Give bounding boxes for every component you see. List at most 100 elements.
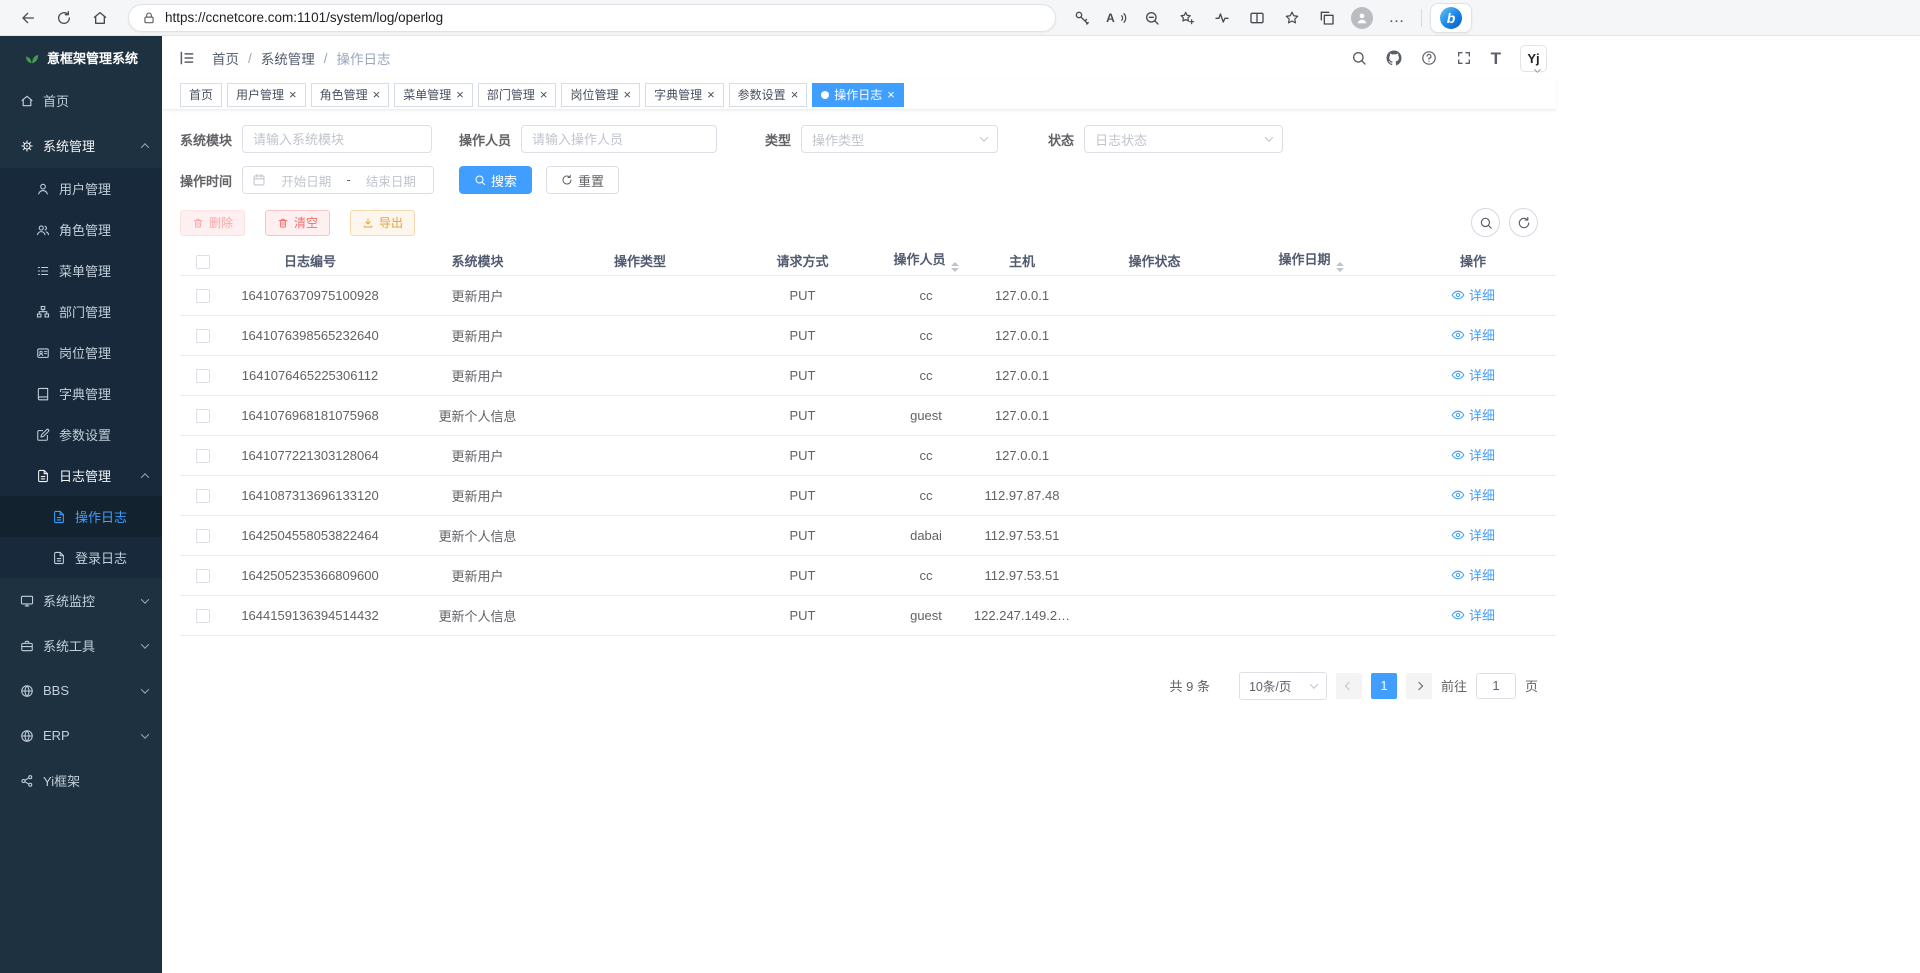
sidebar-item-log-mgmt[interactable]: 日志管理 [0, 455, 162, 496]
reset-button[interactable]: 重置 [546, 166, 619, 194]
document-icon [52, 551, 66, 565]
url-input[interactable] [165, 10, 1042, 25]
tab-role-mgmt[interactable]: 角色管理× [311, 83, 390, 107]
user-avatar-dropdown[interactable]: Yj [1520, 45, 1540, 72]
add-favorite-button[interactable] [1171, 3, 1203, 33]
detail-link[interactable]: 详细 [1451, 485, 1495, 504]
split-screen-button[interactable] [1241, 3, 1273, 33]
browser-back-button[interactable] [12, 3, 44, 33]
module-input[interactable] [242, 125, 432, 153]
help-button[interactable] [1421, 50, 1437, 66]
prev-page-button[interactable] [1336, 673, 1362, 699]
sidebar-fold-button[interactable] [178, 49, 196, 67]
toggle-search-button[interactable] [1471, 208, 1500, 237]
browser-more-button[interactable]: … [1381, 3, 1413, 33]
sidebar-item-param-settings[interactable]: 参数设置 [0, 414, 162, 455]
sidebar-item-erp[interactable]: ERP [0, 713, 162, 758]
row-checkbox[interactable] [196, 609, 210, 623]
copilot-button[interactable]: b [1430, 3, 1472, 33]
goto-page-input[interactable] [1476, 673, 1516, 699]
zoom-button[interactable] [1136, 3, 1168, 33]
page-size-select[interactable]: 10条/页 [1239, 672, 1327, 700]
next-page-button[interactable] [1406, 673, 1432, 699]
read-aloud-button[interactable]: A [1101, 3, 1133, 33]
detail-link[interactable]: 详细 [1451, 405, 1495, 424]
row-checkbox[interactable] [196, 489, 210, 503]
cell-type [560, 395, 720, 435]
fullscreen-button[interactable] [1456, 50, 1472, 66]
password-key-button[interactable] [1066, 3, 1098, 33]
row-checkbox[interactable] [196, 449, 210, 463]
row-checkbox[interactable] [196, 409, 210, 423]
sidebar-item-system-monitor[interactable]: 系统监控 [0, 578, 162, 623]
detail-link[interactable]: 详细 [1451, 605, 1495, 624]
cell-status [1077, 515, 1232, 555]
operator-input[interactable] [521, 125, 717, 153]
col-operator[interactable]: 操作人员 [885, 247, 967, 275]
row-checkbox[interactable] [196, 369, 210, 383]
browser-refresh-button[interactable] [48, 3, 80, 33]
tab-home[interactable]: 首页 [180, 83, 222, 107]
browser-home-button[interactable] [84, 3, 116, 33]
tab-dept-mgmt[interactable]: 部门管理× [478, 83, 557, 107]
sidebar-item-system-tools[interactable]: 系统工具 [0, 623, 162, 668]
detail-link[interactable]: 详细 [1451, 285, 1495, 304]
sidebar-item-menu-mgmt[interactable]: 菜单管理 [0, 250, 162, 291]
sidebar-item-dept-mgmt[interactable]: 部门管理 [0, 291, 162, 332]
close-icon[interactable]: × [456, 88, 464, 101]
clear-button[interactable]: 清空 [265, 210, 330, 236]
sidebar-item-role-mgmt[interactable]: 角色管理 [0, 209, 162, 250]
sidebar-item-post-mgmt[interactable]: 岗位管理 [0, 332, 162, 373]
close-icon[interactable]: × [289, 88, 297, 101]
sidebar-item-home[interactable]: 首页 [0, 78, 162, 123]
detail-link[interactable]: 详细 [1451, 445, 1495, 464]
close-icon[interactable]: × [540, 88, 548, 101]
type-select[interactable]: 操作类型 [801, 125, 998, 153]
sidebar-item-oper-log[interactable]: 操作日志 [0, 496, 162, 537]
chevron-right-icon [1415, 681, 1423, 689]
close-icon[interactable]: × [373, 88, 381, 101]
tab-menu-mgmt[interactable]: 菜单管理× [394, 83, 473, 107]
sidebar-item-bbs[interactable]: BBS [0, 668, 162, 713]
breadcrumb-home[interactable]: 首页 [212, 48, 239, 68]
collections-button[interactable] [1311, 3, 1343, 33]
close-icon[interactable]: × [623, 88, 631, 101]
address-bar[interactable] [128, 4, 1056, 32]
sidebar-item-user-mgmt[interactable]: 用户管理 [0, 168, 162, 209]
sidebar-item-system-mgmt[interactable]: 系统管理 [0, 123, 162, 168]
detail-link[interactable]: 详细 [1451, 365, 1495, 384]
row-checkbox[interactable] [196, 529, 210, 543]
tab-dict-mgmt[interactable]: 字典管理× [645, 83, 724, 107]
close-icon[interactable]: × [887, 88, 895, 101]
tab-user-mgmt[interactable]: 用户管理× [227, 83, 306, 107]
row-checkbox[interactable] [196, 289, 210, 303]
browser-essentials-button[interactable] [1206, 3, 1238, 33]
page-number-1[interactable]: 1 [1371, 673, 1397, 699]
refresh-table-button[interactable] [1509, 208, 1538, 237]
sidebar-item-dict-mgmt[interactable]: 字典管理 [0, 373, 162, 414]
detail-link[interactable]: 详细 [1451, 565, 1495, 584]
select-all-checkbox[interactable] [196, 255, 210, 269]
search-button[interactable]: 搜索 [459, 166, 532, 194]
tab-post-mgmt[interactable]: 岗位管理× [561, 83, 640, 107]
font-size-button[interactable]: T [1491, 50, 1501, 67]
github-button[interactable] [1386, 50, 1402, 66]
header-search-button[interactable] [1351, 50, 1367, 66]
tab-param-settings[interactable]: 参数设置× [729, 83, 808, 107]
status-select[interactable]: 日志状态 [1084, 125, 1283, 153]
tab-oper-log[interactable]: 操作日志× [812, 83, 904, 107]
close-icon[interactable]: × [707, 88, 715, 101]
col-date[interactable]: 操作日期 [1232, 247, 1390, 275]
date-range-picker[interactable]: 开始日期 - 结束日期 [242, 166, 434, 194]
detail-link[interactable]: 详细 [1451, 525, 1495, 544]
close-icon[interactable]: × [791, 88, 799, 101]
sidebar-item-login-log[interactable]: 登录日志 [0, 537, 162, 578]
detail-link[interactable]: 详细 [1451, 325, 1495, 344]
sidebar-item-yi-framework[interactable]: Yi框架 [0, 758, 162, 803]
browser-profile-button[interactable] [1346, 3, 1378, 33]
row-checkbox[interactable] [196, 569, 210, 583]
export-button[interactable]: 导出 [350, 210, 415, 236]
favorites-bar-button[interactable] [1276, 3, 1308, 33]
row-checkbox[interactable] [196, 329, 210, 343]
delete-button[interactable]: 删除 [180, 210, 245, 236]
